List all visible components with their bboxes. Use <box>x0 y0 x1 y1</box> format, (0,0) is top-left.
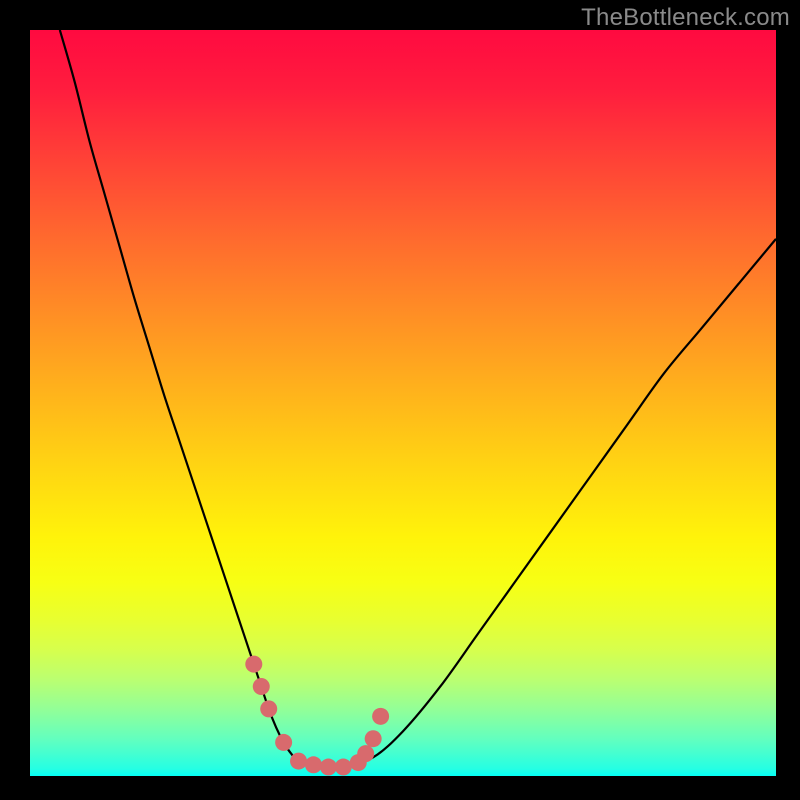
watermark-text: TheBottleneck.com <box>581 4 790 32</box>
highlight-dot <box>253 678 270 695</box>
highlight-dot <box>305 756 322 773</box>
highlight-dot <box>260 700 277 717</box>
highlight-dot <box>275 734 292 751</box>
highlight-dot <box>365 730 382 747</box>
highlight-dots <box>245 656 389 776</box>
plot-area <box>30 30 776 776</box>
highlight-dot <box>357 745 374 762</box>
highlight-dot <box>320 759 337 776</box>
bottleneck-curve <box>60 30 776 768</box>
highlight-dot <box>290 753 307 770</box>
highlight-dot <box>245 656 262 673</box>
chart-frame: TheBottleneck.com <box>0 0 800 800</box>
highlight-dot <box>372 708 389 725</box>
curve-layer <box>30 30 776 776</box>
highlight-dot <box>335 759 352 776</box>
